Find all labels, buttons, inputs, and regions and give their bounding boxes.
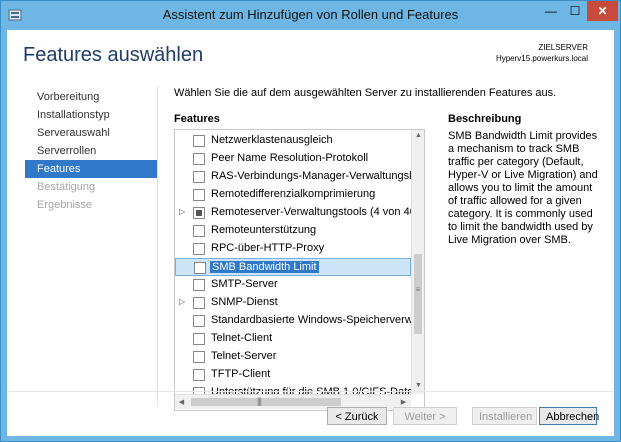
nav-item-installationstyp[interactable]: Installationstyp [25,106,157,124]
feature-checkbox[interactable] [193,297,205,309]
horizontal-scroll-thumb[interactable]: ||| [191,396,341,406]
feature-label: SMB Bandwidth Limit [210,261,319,273]
scroll-down-icon[interactable]: ▼ [412,382,424,389]
description-text: SMB Bandwidth Limit provides a mechanism… [448,130,598,246]
nav-divider [157,86,158,406]
feature-checkbox[interactable] [193,225,205,237]
scroll-up-icon[interactable]: ▲ [412,132,424,139]
feature-checkbox[interactable] [193,351,205,363]
maximize-button[interactable]: ☐ [563,1,587,21]
feature-label: Telnet-Server [211,350,277,362]
nav-item-features[interactable]: Features [25,160,157,178]
feature-row[interactable]: Remoteunterstützung [175,222,411,240]
page-title: Features auswählen [23,44,204,66]
feature-label: RPC-über-HTTP-Proxy [211,242,325,254]
feature-row[interactable]: Remotedifferenzialkomprimierung [175,186,411,204]
destination-server: Hyperv15.powerkurs.local [495,54,588,63]
wizard-window: Assistent zum Hinzufügen von Rollen und … [0,0,621,442]
feature-row[interactable]: RAS-Verbindungs-Manager-Verwaltungskit (… [175,168,411,186]
nav-item-ergebnisse: Ergebnisse [37,199,93,211]
back-button[interactable]: < Zurück [327,407,387,425]
destination-label: ZIELSERVER [538,43,588,52]
expand-arrow-icon[interactable]: ▷ [179,207,185,216]
footer-divider [7,391,614,392]
feature-row[interactable]: Standardbasierte Windows-Speicherverwalt… [175,312,411,330]
feature-label: Peer Name Resolution-Protokoll [211,152,369,164]
feature-checkbox[interactable] [193,315,205,327]
feature-row[interactable]: Telnet-Client [175,330,411,348]
grip-icon: ≡ [415,285,421,294]
feature-row[interactable]: Netzwerklastenausgleich [175,132,411,150]
feature-label: Remoteunterstützung [211,224,317,236]
next-button: Weiter > [393,407,457,425]
scroll-right-icon[interactable]: ▶ [397,398,410,406]
expand-arrow-icon[interactable]: ▷ [179,297,185,306]
feature-label: Remoteserver-Verwaltungstools (4 von 40 … [211,206,411,218]
feature-row-selected[interactable]: SMB Bandwidth Limit [175,258,411,276]
nav-item-vorbereitung[interactable]: Vorbereitung [25,88,157,106]
feature-row[interactable]: TFTP-Client [175,366,411,384]
wizard-nav: Vorbereitung Installationstyp Serverausw… [25,88,157,214]
cancel-button[interactable]: Abbrechen [539,407,599,425]
feature-label: SNMP-Dienst [211,296,278,308]
feature-checkbox[interactable] [193,279,205,291]
feature-checkbox[interactable] [193,207,205,219]
nav-item-bestaetigung: Bestätigung [37,181,96,193]
description-heading: Beschreibung [448,113,522,125]
title-bar[interactable]: Assistent zum Hinzufügen von Rollen und … [1,1,620,29]
feature-row[interactable]: ▷ SNMP-Dienst [175,294,411,312]
feature-checkbox[interactable] [193,153,205,165]
wizard-content: Features auswählen ZIELSERVER Hyperv15.p… [7,30,614,436]
feature-checkbox[interactable] [193,135,205,147]
grip-icon: ||| [257,396,262,406]
feature-checkbox[interactable] [193,243,205,255]
minimize-button[interactable]: — [539,1,563,21]
feature-checkbox[interactable] [193,369,205,381]
features-heading: Features [174,113,220,125]
feature-row[interactable]: ▷ Remoteserver-Verwaltungstools (4 von 4… [175,204,411,222]
feature-row[interactable]: RPC-über-HTTP-Proxy [175,240,411,258]
vertical-scroll-thumb[interactable]: ≡ [414,254,422,334]
vertical-scrollbar[interactable]: ▲ ≡ ▼ [411,130,424,394]
window-title: Assistent zum Hinzufügen von Rollen und … [162,7,459,22]
feature-checkbox[interactable] [194,262,206,274]
feature-checkbox[interactable] [193,333,205,345]
close-button[interactable]: ✕ [587,1,618,21]
nav-item-serverrollen[interactable]: Serverrollen [25,142,157,160]
feature-row[interactable]: Peer Name Resolution-Protokoll [175,150,411,168]
feature-label: Telnet-Client [211,332,273,344]
feature-label: Remotedifferenzialkomprimierung [211,188,376,200]
feature-label: SMTP-Server [211,278,278,290]
instruction-text: Wählen Sie die auf dem ausgewählten Serv… [174,87,557,99]
feature-checkbox[interactable] [193,189,205,201]
feature-row[interactable]: SMTP-Server [175,276,411,294]
feature-label: RAS-Verbindungs-Manager-Verwaltungskit (… [211,170,411,182]
nav-item-serverauswahl[interactable]: Serverauswahl [25,124,157,142]
scroll-left-icon[interactable]: ◀ [175,398,188,406]
feature-label: Netzwerklastenausgleich [211,134,333,146]
feature-checkbox[interactable] [193,171,205,183]
feature-label: TFTP-Client [211,368,271,380]
features-list[interactable]: Netzwerklastenausgleich Peer Name Resolu… [174,129,425,411]
feature-row[interactable]: Telnet-Server [175,348,411,366]
install-button: Installieren [472,407,537,425]
feature-label: Standardbasierte Windows-Speicherverwalt… [211,314,411,326]
